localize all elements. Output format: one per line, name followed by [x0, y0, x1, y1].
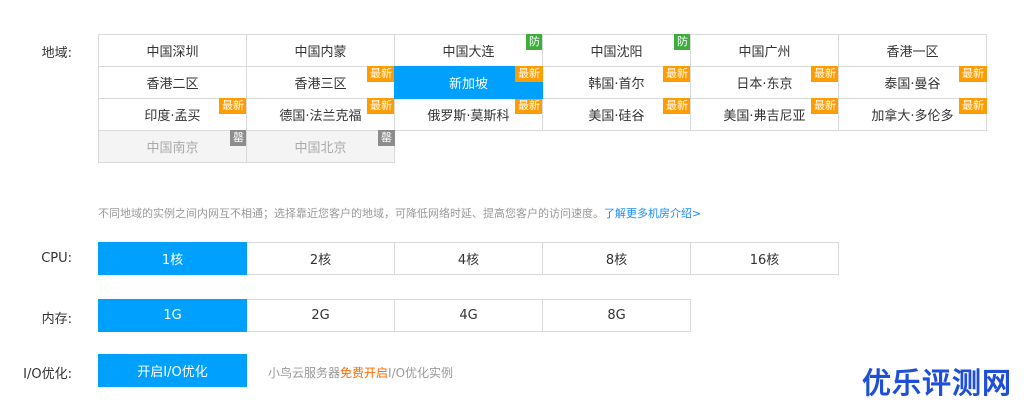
region-label: 地域:: [41, 46, 72, 61]
region-option[interactable]: 中国大连 防: [394, 34, 543, 67]
region-option[interactable]: 香港一区: [838, 34, 987, 67]
region-option[interactable]: 中国广州: [690, 34, 839, 67]
new-badge: 最新: [219, 98, 247, 114]
io-label: I/O优化:: [23, 367, 72, 382]
region-selector: 中国深圳 中国内蒙 中国大连防中国沈阳防中国广州 香港一区 香港二区 香港三区 最新 新加坡最…: [98, 34, 987, 163]
ddos-protection-badge: 防: [526, 34, 543, 50]
cpu-selector: 1核 2核 4核 8核 16核: [98, 242, 986, 275]
region-option-label: 新加坡: [448, 77, 488, 92]
region-option[interactable]: 日本·东京 最新: [690, 66, 839, 99]
cpu-option-label: 1核: [161, 253, 184, 268]
region-option[interactable]: 加拿大·多伦多 最新: [838, 98, 987, 131]
region-option-label: 中国南京: [146, 141, 199, 156]
new-badge: 最新: [811, 66, 839, 82]
cpu-option-label: 2核: [309, 253, 332, 268]
ddos-protection-badge: 防: [674, 34, 691, 50]
cpu-option[interactable]: 2核: [246, 242, 395, 275]
region-hint-text: 不同地域的实例之间内网互不相通；选择靠近您客户的地域，可降低网络时延、提高您客户…: [98, 207, 604, 220]
region-option-label: 中国北京: [294, 141, 347, 156]
region-option-label: 美国·硅谷: [588, 109, 645, 124]
memory-option[interactable]: 4G: [394, 299, 543, 332]
region-option[interactable]: 中国深圳: [98, 34, 247, 67]
new-badge: 最新: [959, 66, 987, 82]
region-option-label: 香港三区: [294, 77, 347, 92]
region-option: 中国北京 罄: [246, 130, 395, 163]
region-option-label: 泰国·曼谷: [884, 77, 941, 92]
region-option[interactable]: 德国·法兰克福 最新: [246, 98, 395, 131]
region-option-label: 中国大连: [442, 45, 495, 60]
region-option[interactable]: 泰国·曼谷 最新: [838, 66, 987, 99]
memory-option-label: 8G: [607, 308, 626, 323]
io-optimize-option[interactable]: 开启I/O优化: [98, 354, 247, 387]
cpu-option[interactable]: 4核: [394, 242, 543, 275]
memory-selector: 1G 2G 4G 8G: [98, 299, 986, 332]
memory-option[interactable]: 8G: [542, 299, 691, 332]
new-badge: 最新: [663, 66, 691, 82]
region-option-label: 中国沈阳: [590, 45, 643, 60]
memory-option[interactable]: 1G: [98, 299, 247, 332]
region-option-label: 中国深圳: [146, 45, 199, 60]
region-option-label: 香港一区: [886, 45, 939, 60]
region-option-label: 韩国·首尔: [588, 77, 645, 92]
sold-out-badge: 罄: [378, 130, 395, 146]
cpu-option[interactable]: 8核: [542, 242, 691, 275]
region-option[interactable]: 中国内蒙: [246, 34, 395, 67]
memory-option-label: 2G: [311, 308, 330, 323]
cpu-label: CPU:: [41, 251, 72, 266]
region-option-label: 美国·弗吉尼亚: [723, 109, 806, 124]
region-hint: 不同地域的实例之间内网互不相通；选择靠近您客户的地域，可降低网络时延、提高您客户…: [98, 205, 701, 221]
region-option-label: 日本·东京: [736, 77, 793, 92]
io-note-suffix: I/O优化实例: [388, 366, 454, 380]
region-option[interactable]: 印度·孟买 最新: [98, 98, 247, 131]
cpu-option-label: 4核: [457, 253, 480, 268]
new-badge: 最新: [367, 66, 395, 82]
region-option[interactable]: 中国沈阳 防: [542, 34, 691, 67]
cpu-option-label: 8核: [605, 253, 628, 268]
region-option[interactable]: 俄罗斯·莫斯科 最新: [394, 98, 543, 131]
region-option-label: 俄罗斯·莫斯科: [427, 109, 510, 124]
watermark-logo: 优乐评测网: [862, 366, 1013, 400]
memory-label: 内存:: [41, 312, 72, 327]
new-badge: 最新: [515, 66, 543, 82]
region-option-label: 中国内蒙: [294, 45, 347, 60]
region-option: 中国南京 罄: [98, 130, 247, 163]
region-option-label: 印度·孟买: [144, 109, 201, 124]
memory-option-label: 1G: [163, 308, 182, 323]
cpu-option[interactable]: 1核: [98, 242, 247, 275]
io-note-prefix: 小鸟云服务器: [268, 366, 341, 380]
region-option-label: 德国·法兰克福: [279, 109, 362, 124]
region-option[interactable]: 韩国·首尔 最新: [542, 66, 691, 99]
region-option-label: 香港二区: [146, 77, 199, 92]
new-badge: 最新: [367, 98, 395, 114]
io-note: 小鸟云服务器免费开启I/O优化实例: [268, 364, 453, 381]
region-option[interactable]: 美国·硅谷 最新: [542, 98, 691, 131]
sold-out-badge: 罄: [230, 130, 247, 146]
io-selector: 开启I/O优化: [98, 354, 986, 387]
region-option[interactable]: 香港二区: [98, 66, 247, 99]
memory-option-label: 4G: [459, 308, 478, 323]
new-badge: 最新: [515, 98, 543, 114]
new-badge: 最新: [663, 98, 691, 114]
new-badge: 最新: [811, 98, 839, 114]
learn-more-link[interactable]: 了解更多机房介绍>: [604, 207, 701, 220]
region-option[interactable]: 新加坡 最新: [394, 66, 543, 99]
io-note-highlight: 免费开启: [340, 366, 389, 380]
new-badge: 最新: [959, 98, 987, 114]
memory-option[interactable]: 2G: [246, 299, 395, 332]
region-option[interactable]: 美国·弗吉尼亚 最新: [690, 98, 839, 131]
region-option[interactable]: 香港三区 最新: [246, 66, 395, 99]
cpu-option-label: 16核: [749, 253, 780, 268]
cpu-option[interactable]: 16核: [690, 242, 839, 275]
region-option-label: 加拿大·多伦多: [871, 109, 954, 124]
region-option-label: 中国广州: [738, 45, 791, 60]
